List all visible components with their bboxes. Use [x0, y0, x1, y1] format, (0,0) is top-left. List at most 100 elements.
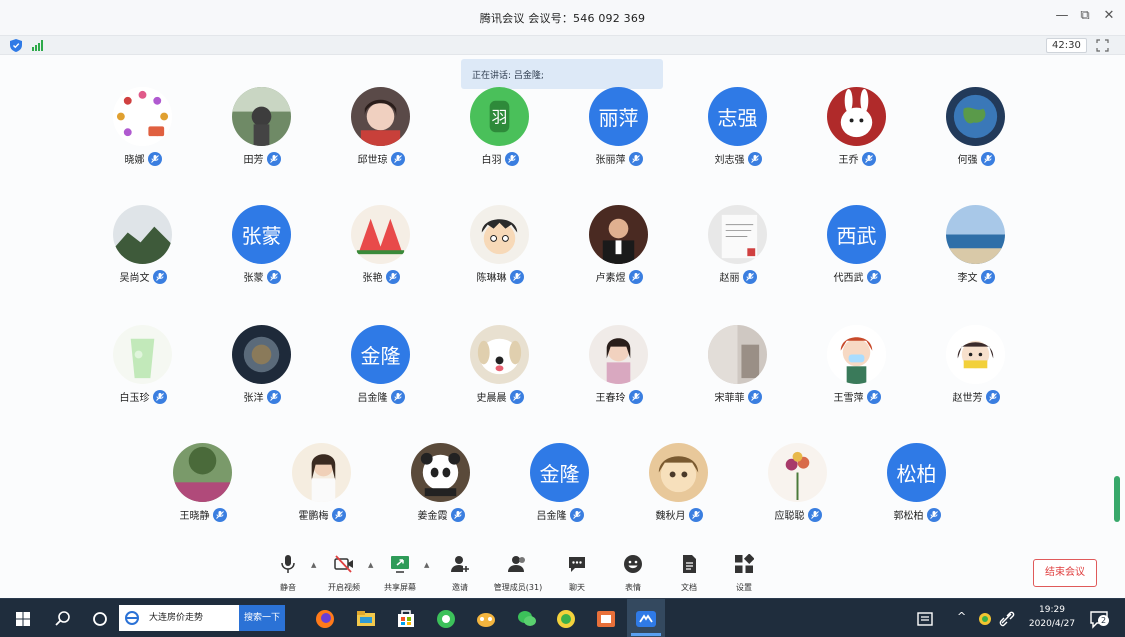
participant-tile[interactable]: 陈琳琳	[445, 205, 555, 295]
fullscreen-icon[interactable]	[1096, 39, 1109, 52]
participant-tile[interactable]: 张蒙 张蒙	[207, 205, 317, 295]
participant-tile[interactable]: 邱世琼	[326, 87, 436, 177]
participant-tile[interactable]: 白玉珍	[88, 325, 198, 415]
avatar	[173, 443, 232, 502]
browser-search-button[interactable]: 搜索一下	[239, 605, 285, 631]
close-button[interactable]: ✕	[1099, 8, 1119, 23]
signal-icon[interactable]	[32, 40, 44, 51]
chat-button[interactable]: 聊天	[548, 553, 606, 597]
participant-name-row: 应聪聪	[743, 507, 853, 522]
mic-muted-icon	[866, 389, 881, 404]
tray-expand-icon[interactable]: ^	[957, 610, 966, 623]
keyboard-icon[interactable]	[914, 608, 936, 630]
participant-tile[interactable]: 姜金霞	[386, 443, 496, 533]
participant-name: 魏秋月	[655, 511, 686, 522]
participant-tile[interactable]: 王晓静	[148, 443, 258, 533]
mic-muted-icon	[509, 269, 524, 284]
participant-tile[interactable]: 松柏郭松柏	[862, 443, 972, 533]
os-taskbar: 大连房价走势 搜索一下 ^ 19:29 2020/4/27 2	[0, 598, 1125, 637]
members-button[interactable]: 管理成员(31)	[489, 553, 547, 597]
participant-tile[interactable]: 张艳	[326, 205, 436, 295]
participant-tile[interactable]: 霍鹏梅	[267, 443, 377, 533]
participant-tile[interactable]: 赵丽	[683, 205, 793, 295]
store-icon[interactable]	[395, 608, 417, 630]
avatar	[470, 325, 529, 384]
participant-tile[interactable]: 魏秋月	[624, 443, 734, 533]
mute-button[interactable]: 静音	[259, 553, 317, 597]
share-screen-button[interactable]: 共享屏幕	[371, 553, 429, 597]
participant-name: 宋菲菲	[714, 393, 745, 404]
file-explorer-icon[interactable]	[355, 608, 377, 630]
participant-name-row: 王雪萍	[802, 389, 912, 404]
scrollbar-thumb[interactable]	[1114, 476, 1120, 522]
participant-name-row: 魏秋月	[624, 507, 734, 522]
game-app-icon[interactable]	[475, 608, 497, 630]
docs-button[interactable]: 文档	[660, 553, 718, 597]
security-tray-icon[interactable]	[974, 608, 996, 630]
share-options-caret[interactable]: ▲	[424, 561, 429, 569]
participant-tile[interactable]: 羽白羽	[445, 87, 555, 177]
windows-start-icon[interactable]	[12, 608, 34, 630]
participant-name: 郭松柏	[893, 511, 924, 522]
firefox-icon[interactable]	[314, 608, 336, 630]
mic-muted-icon	[509, 389, 524, 404]
minimize-button[interactable]: —	[1052, 8, 1072, 23]
participant-name-row: 张艳	[326, 269, 436, 284]
chat-app-icon[interactable]	[555, 608, 577, 630]
participant-name-row: 白羽	[445, 151, 555, 166]
restore-button[interactable]: ⧉	[1075, 8, 1095, 23]
participant-tile[interactable]: 西武 代西武	[802, 205, 912, 295]
participant-name-row: 宋菲菲	[683, 389, 793, 404]
participant-tile[interactable]: 卢素煜	[564, 205, 674, 295]
mic-muted-icon	[807, 507, 822, 522]
search-icon[interactable]	[52, 608, 74, 630]
participant-tile[interactable]: 金隆 吕金隆	[326, 325, 436, 415]
participant-tile[interactable]: 何强	[921, 87, 1031, 177]
avatar	[827, 325, 886, 384]
shield-icon[interactable]	[10, 39, 22, 52]
video-button[interactable]: 开启视频	[315, 553, 373, 597]
avatar	[827, 87, 886, 146]
participant-tile[interactable]: 晓娜	[88, 87, 198, 177]
svg-text:羽: 羽	[492, 107, 508, 126]
green-app-icon[interactable]	[435, 608, 457, 630]
participant-tile[interactable]: 宋菲菲	[683, 325, 793, 415]
avatar: 金隆	[530, 443, 589, 502]
avatar: 西武	[827, 205, 886, 264]
mic-muted-icon	[331, 507, 346, 522]
link-icon[interactable]	[996, 608, 1018, 630]
mic-muted-icon	[866, 269, 881, 284]
avatar	[946, 87, 1005, 146]
participant-tile[interactable]: 李文	[921, 205, 1031, 295]
wechat-icon[interactable]	[516, 608, 538, 630]
participant-tile[interactable]: 王春玲	[564, 325, 674, 415]
reaction-button[interactable]: 表情	[604, 553, 662, 597]
presentation-app-icon[interactable]	[595, 608, 617, 630]
participant-name: 邱世琼	[357, 155, 388, 166]
participant-tile[interactable]: 赵世芳	[921, 325, 1031, 415]
docs-label: 文档	[681, 583, 697, 592]
participant-tile[interactable]: 田芳	[207, 87, 317, 177]
avatar-initials: 志强	[717, 106, 758, 130]
avatar: 松柏	[887, 443, 946, 502]
participant-tile[interactable]: 志强 刘志强	[683, 87, 793, 177]
participant-tile[interactable]: 史晨晨	[445, 325, 555, 415]
mic-muted-icon	[747, 151, 762, 166]
participant-name: 刘志强	[714, 155, 745, 166]
participant-tile[interactable]: 金隆 吕金隆	[505, 443, 615, 533]
avatar	[292, 443, 351, 502]
mic-muted-icon	[390, 389, 405, 404]
participant-tile[interactable]: 丽萍 张丽萍	[564, 87, 674, 177]
system-clock[interactable]: 19:29 2020/4/27	[1022, 603, 1082, 631]
end-meeting-button[interactable]: 结束会议	[1033, 559, 1097, 587]
participant-tile[interactable]: 吴尚文	[88, 205, 198, 295]
invite-button[interactable]: 邀请	[431, 553, 489, 597]
participant-tile[interactable]: 王乔	[802, 87, 912, 177]
participant-tile[interactable]: 应聪聪	[743, 443, 853, 533]
participant-tile[interactable]: 张洋	[207, 325, 317, 415]
cortana-icon[interactable]	[89, 608, 111, 630]
participant-name-row: 赵丽	[683, 269, 793, 284]
participant-tile[interactable]: 王雪萍	[802, 325, 912, 415]
settings-button[interactable]: 设置	[715, 553, 773, 597]
participant-name-row: 张丽萍	[564, 151, 674, 166]
